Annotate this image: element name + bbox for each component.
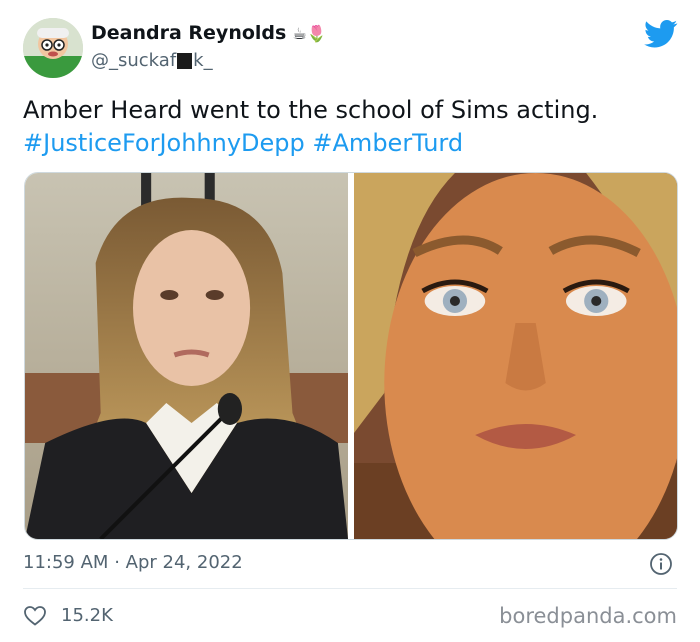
like-button[interactable]: 15.2K [23,604,113,626]
name-emojis: ☕🌷 [292,23,327,43]
avatar[interactable] [23,18,83,78]
hashtags-row: #JusticeForJohhnyDepp #AmberTurd [23,127,673,160]
hashtag-amberturd[interactable]: #AmberTurd [312,129,463,157]
tweet-text: Amber Heard went to the school of Sims a… [23,94,673,160]
author-name[interactable]: Deandra Reynolds [91,22,286,44]
censor-block [177,52,193,69]
tweet-time: 11:59 AM [23,552,109,573]
hashtag-justice[interactable]: #JusticeForJohhnyDepp [23,129,305,157]
time-separator: · [114,552,120,573]
courtroom-photo[interactable] [25,173,348,539]
author-name-row[interactable]: Deandra Reynolds ☕🌷 [91,22,327,44]
handle-end: k_ [193,50,213,71]
sims-character-face[interactable] [354,173,677,539]
twitter-bird-icon[interactable] [644,20,678,48]
tweet-date: Apr 24, 2022 [125,552,243,573]
author-handle[interactable]: @_suckaf k_ [91,50,213,71]
like-count: 15.2K [61,604,113,626]
info-icon[interactable] [649,552,673,576]
handle-start: @_suckaf [91,50,177,71]
media-grid[interactable] [24,172,678,540]
boredpanda-watermark: boredpanda.com [499,604,677,628]
tweet-timestamp[interactable]: 11:59 AM · Apr 24, 2022 [23,552,243,573]
divider [23,588,677,589]
tweet-body: Amber Heard went to the school of Sims a… [23,96,599,124]
avatar-icon [23,18,83,78]
heart-icon [24,606,46,626]
